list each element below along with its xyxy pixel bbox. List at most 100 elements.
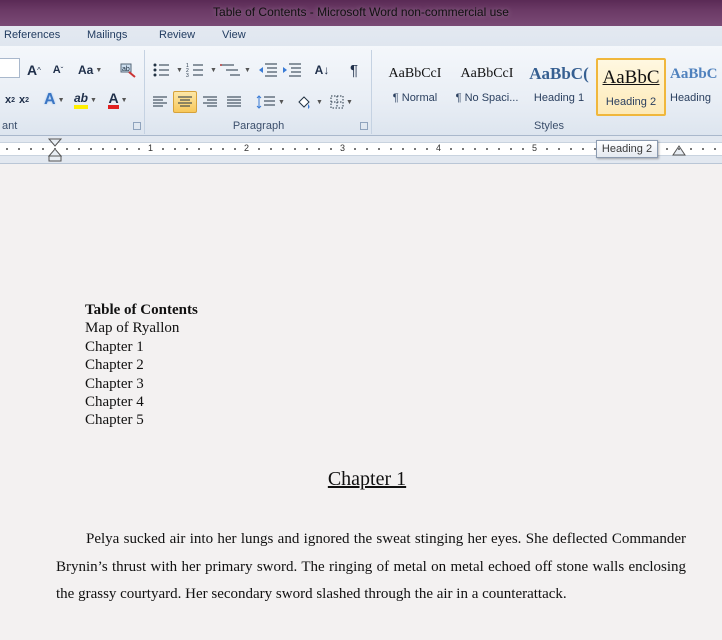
text-effect-button[interactable]: A ▼ [44, 90, 65, 110]
title-bar: Table of Contents - Microsoft Word non-c… [0, 0, 722, 26]
ruler-tick [450, 148, 452, 150]
ruler-tick [426, 148, 428, 150]
ruler-tick [318, 148, 320, 150]
ruler-number: 4 [436, 143, 442, 153]
paragraph-group-label: Paragraph [232, 120, 285, 132]
ruler-tick [90, 148, 92, 150]
ruler-tick [30, 148, 32, 150]
tab-references[interactable]: References [4, 29, 60, 41]
clear-formatting-icon[interactable]: ab [118, 60, 138, 80]
ruler-tick [18, 148, 20, 150]
toc-item[interactable]: Chapter 3 [85, 375, 198, 393]
ruler-tick [234, 148, 236, 150]
window-title: Table of Contents - Microsoft Word non-c… [213, 5, 509, 19]
ruler-number: 1 [148, 143, 154, 153]
toc-item[interactable]: Map of Ryallon [85, 319, 198, 337]
shading-icon[interactable]: ▼ [296, 92, 323, 112]
style-heading-1[interactable]: AaBbC( Heading 1 [524, 56, 594, 112]
font-group: A ^ Aˇ Aa ▼ ab x2 x2 A ▼ ab ▼ A ▼ ant [0, 50, 145, 134]
ruler-tick [138, 148, 140, 150]
style-no-spacing-preview: AaBbCcI [460, 66, 514, 81]
ribbon: A^ Aˇ Aa▼ ab x2 x2 A▼ ab▼ A▼ ant ▼ [0, 46, 722, 136]
superscript-button[interactable]: x2 [14, 90, 34, 110]
ruler-tick [462, 148, 464, 150]
toc-item[interactable]: Chapter 2 [85, 356, 198, 374]
multilevel-list-icon[interactable]: ▼ [220, 60, 251, 80]
toc-item[interactable]: Chapter 1 [85, 338, 198, 356]
ruler-tick [414, 148, 416, 150]
highlight-icon: ab [74, 91, 89, 109]
grow-font-button[interactable]: A ^ [24, 60, 44, 80]
ruler-tick [510, 148, 512, 150]
indent-marker-icon[interactable] [48, 138, 62, 162]
sort-label: A↓ [314, 63, 330, 77]
ruler-tick [714, 148, 716, 150]
borders-icon[interactable]: ▼ [330, 92, 353, 112]
justify-icon[interactable] [224, 92, 244, 112]
svg-text:ab: ab [122, 66, 130, 73]
styles-group-label: Styles [534, 120, 564, 132]
align-left-icon[interactable] [150, 92, 170, 112]
ruler-tick [126, 148, 128, 150]
decrease-indent-icon[interactable] [258, 60, 278, 80]
paragraph-dialog-launcher[interactable] [360, 122, 368, 130]
align-center-icon[interactable] [173, 91, 197, 113]
numbering-icon[interactable]: 1 2 3 ▼ [186, 60, 217, 80]
style-normal[interactable]: AaBbCcI ¶ Normal [380, 56, 450, 112]
ruler-tick [186, 148, 188, 150]
style-heading-3[interactable]: AaBbC Heading [670, 56, 722, 112]
font-group-label: ant [2, 120, 18, 132]
ruler-number: 5 [532, 143, 538, 153]
line-spacing-icon[interactable]: ▼ [256, 92, 285, 112]
ruler-tick [282, 148, 284, 150]
increase-indent-icon[interactable] [282, 60, 302, 80]
show-formatting-button[interactable]: ¶ [344, 60, 364, 80]
ruler-tick [522, 148, 524, 150]
ruler-tick [666, 148, 668, 150]
sort-icon[interactable]: A↓ [312, 60, 332, 80]
ruler-tick [66, 148, 68, 150]
font-size-box[interactable] [0, 58, 20, 78]
toc-item[interactable]: Chapter 4 [85, 393, 198, 411]
style-heading-2-name: Heading 2 [605, 96, 657, 108]
font-color-icon: A [108, 91, 119, 109]
ruler-tick [378, 148, 380, 150]
ruler-tick [498, 148, 500, 150]
table-of-contents: Table of Contents Map of Ryallon Chapter… [85, 301, 198, 430]
ruler-tick [78, 148, 80, 150]
chapter-heading: Chapter 1 [327, 468, 407, 490]
ruler-tick [678, 148, 680, 150]
style-heading-2[interactable]: AaBbC Heading 2 [596, 58, 666, 116]
ruler-tick [54, 148, 56, 150]
toc-item[interactable]: Chapter 5 [85, 411, 198, 429]
text-effect-icon: A [44, 91, 56, 108]
ruler-tick [306, 148, 308, 150]
style-no-spacing[interactable]: AaBbCcI ¶ No Spaci... [452, 56, 522, 112]
ruler-tick [162, 148, 164, 150]
right-indent-marker-icon[interactable] [672, 144, 686, 156]
align-right-icon[interactable] [200, 92, 220, 112]
highlight-button[interactable]: ab ▼ [74, 90, 97, 110]
font-color-button[interactable]: A ▼ [108, 90, 128, 110]
ruler-tick [486, 148, 488, 150]
change-case-label: Aa [78, 63, 94, 77]
ruler-tick [270, 148, 272, 150]
ruler-tick [474, 148, 476, 150]
paragraph-group: ▼ 1 2 3 ▼ ▼ A↓ ¶ ▼ ▼ ▼ Paragraph [146, 50, 372, 134]
svg-text:3: 3 [186, 73, 189, 77]
font-dialog-launcher[interactable] [133, 122, 141, 130]
body-paragraph: Pelya sucked air into her lungs and igno… [56, 531, 686, 602]
ruler-tick [102, 148, 104, 150]
bullets-icon[interactable]: ▼ [152, 60, 183, 80]
toc-title: Table of Contents [85, 302, 198, 318]
document-page[interactable]: Table of Contents Map of Ryallon Chapter… [0, 178, 722, 640]
tab-review[interactable]: Review [159, 29, 195, 41]
ruler-tick [294, 148, 296, 150]
ruler-tick [366, 148, 368, 150]
tab-view[interactable]: View [222, 29, 246, 41]
ruler-tick [210, 148, 212, 150]
change-case-button[interactable]: Aa ▼ [78, 60, 102, 80]
shrink-font-button[interactable]: Aˇ [48, 60, 68, 80]
ruler-number: 3 [340, 143, 346, 153]
tab-mailings[interactable]: Mailings [87, 29, 127, 41]
